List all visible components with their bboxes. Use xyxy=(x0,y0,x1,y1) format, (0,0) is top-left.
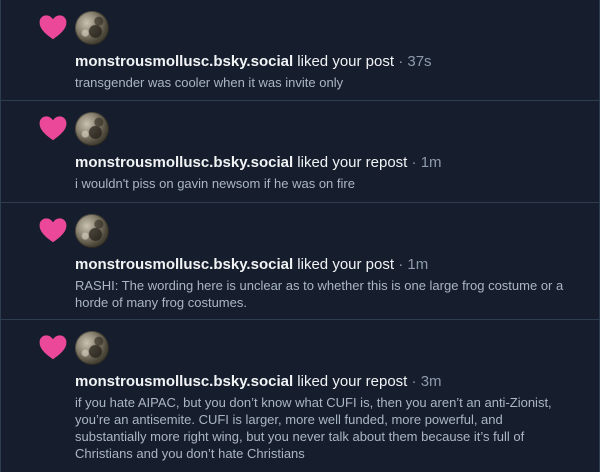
timestamp: · 1m xyxy=(411,154,442,171)
post-preview[interactable]: if you hate AIPAC, but you don’t know wh… xyxy=(75,394,585,462)
notification-action: liked your repost xyxy=(297,373,408,390)
notification-action: liked your post xyxy=(297,256,395,273)
notification-action: liked your repost xyxy=(297,154,408,171)
user-handle-link[interactable]: monstrousmollusc.bsky.social xyxy=(75,154,293,171)
notification-item[interactable]: monstrousmollusc.bsky.social liked your … xyxy=(1,320,599,472)
heart-icon xyxy=(39,335,67,360)
avatar[interactable] xyxy=(75,11,109,45)
avatar[interactable] xyxy=(75,331,109,365)
avatar[interactable] xyxy=(75,112,109,146)
notification-headline: monstrousmollusc.bsky.social liked your … xyxy=(75,255,585,274)
user-handle-link[interactable]: monstrousmollusc.bsky.social xyxy=(75,256,293,273)
notification-headline: monstrousmollusc.bsky.social liked your … xyxy=(75,52,585,71)
user-handle-link[interactable]: monstrousmollusc.bsky.social xyxy=(75,373,293,390)
post-preview[interactable]: RASHI: The wording here is unclear as to… xyxy=(75,277,585,311)
notification-headline: monstrousmollusc.bsky.social liked your … xyxy=(75,372,585,391)
avatar[interactable] xyxy=(75,214,109,248)
notifications-feed: monstrousmollusc.bsky.social liked your … xyxy=(0,0,600,472)
notification-item[interactable]: monstrousmollusc.bsky.social liked your … xyxy=(1,203,599,320)
heart-icon xyxy=(39,218,67,243)
notification-headline: monstrousmollusc.bsky.social liked your … xyxy=(75,153,585,172)
post-preview[interactable]: transgender was cooler when it was invit… xyxy=(75,74,585,91)
user-handle-link[interactable]: monstrousmollusc.bsky.social xyxy=(75,53,293,70)
timestamp: · 3m xyxy=(411,373,442,390)
timestamp: · 1m xyxy=(398,256,429,273)
heart-icon xyxy=(39,15,67,40)
heart-icon xyxy=(39,116,67,141)
post-preview[interactable]: i wouldn't piss on gavin newsom if he wa… xyxy=(75,175,585,192)
notification-item[interactable]: monstrousmollusc.bsky.social liked your … xyxy=(1,101,599,203)
notification-item[interactable]: monstrousmollusc.bsky.social liked your … xyxy=(1,0,599,101)
notification-action: liked your post xyxy=(297,53,395,70)
timestamp: · 37s xyxy=(398,53,432,70)
